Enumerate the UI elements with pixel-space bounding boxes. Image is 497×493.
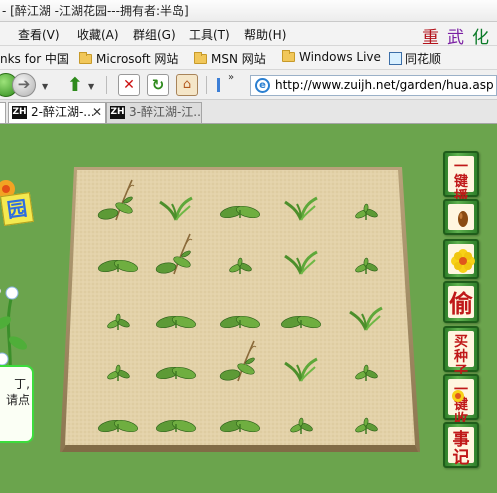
seedling-plant[interactable] [94, 390, 142, 438]
seedling-plant[interactable] [152, 286, 200, 334]
site-icon: ZH [12, 106, 27, 119]
window-title-bar: - [醉江湖 -江湖花园---拥有者:半岛] [0, 0, 497, 22]
seedling-plant[interactable] [94, 230, 142, 278]
flower-button[interactable] [443, 239, 479, 279]
logo-char: 化 [472, 28, 497, 48]
refresh-button[interactable]: ↻ [147, 74, 169, 96]
window-title: - [醉江湖 -江湖花园---拥有者:半岛] [2, 4, 189, 18]
brand-logo: 重武化 [422, 23, 497, 48]
seedling-plant[interactable] [152, 337, 200, 385]
tab-bar: ZH 2-醉江湖-... ✕ ZH 3-醉江湖-江... [0, 100, 497, 124]
badge-label: 园 [5, 195, 29, 223]
up-arrow-icon[interactable]: ⬆ [64, 74, 86, 96]
seedling-plant[interactable] [152, 390, 200, 438]
garden-game-area: 一键播种 偷 买种子 一键收花 事记 园 丁, 请点 [0, 125, 497, 493]
seedling-plant[interactable] [94, 286, 142, 334]
one-click-harvest-button[interactable]: 一键收花 [443, 374, 479, 443]
seedling-plant[interactable] [94, 176, 142, 224]
text-cursor-icon [217, 78, 220, 92]
seed-icon [458, 211, 468, 227]
seedling-plant[interactable] [277, 337, 325, 385]
menu-tools[interactable]: 工具(T) [189, 26, 230, 43]
tab-inactive[interactable]: ZH 3-醉江湖-江... [106, 102, 202, 123]
logo-char: 武 [447, 28, 472, 48]
seedling-plant[interactable] [152, 176, 200, 224]
chevron-down-icon[interactable]: ▼ [88, 82, 94, 91]
seed-button[interactable] [443, 199, 479, 235]
seedling-plant[interactable] [277, 176, 325, 224]
seedling-plant[interactable] [152, 230, 200, 278]
nav-toolbar: ➔ ▼ ⬆ ▼ ✕ ↻ ⌂ » e http://www.zuijh.net/g… [0, 70, 497, 100]
steal-button[interactable]: 偷 [443, 281, 479, 323]
tab-label: 2-醉江湖-... [31, 105, 95, 119]
notice-text: 请点 [5, 393, 30, 407]
notice-text: 丁, [14, 377, 30, 391]
seedling-plant[interactable] [216, 337, 264, 385]
links-bar: nks for 中国 Microsoft 网站 MSN 网站 Windows L… [0, 46, 497, 70]
toolbar-divider [206, 76, 207, 94]
button-label: 记 [452, 448, 470, 468]
seedling-plant[interactable] [277, 286, 325, 334]
link-label: 同花顺 [405, 52, 442, 66]
close-icon[interactable]: ✕ [92, 103, 102, 122]
chevron-down-icon[interactable]: ▼ [42, 82, 48, 91]
seedling-plant[interactable] [216, 286, 264, 334]
link-tonghuashun[interactable]: 同花顺 [389, 50, 441, 67]
button-label: 买 [454, 334, 468, 350]
home-button[interactable]: ⌂ [176, 74, 198, 96]
overflow-chevron-icon[interactable]: » [228, 72, 234, 83]
toolbar-divider [106, 76, 107, 94]
flower-icon [451, 249, 475, 273]
menu-bar: 查看(V) 收藏(A) 群组(G) 工具(T) 帮助(H) 重武化 [0, 22, 497, 48]
garden-badge[interactable]: 园 [0, 192, 34, 226]
event-log-button[interactable]: 事记 [443, 422, 479, 468]
button-label: 偷 [449, 289, 473, 318]
tonghuashun-icon [389, 52, 402, 65]
address-bar[interactable]: e http://www.zuijh.net/garden/hua.asp [250, 75, 497, 96]
site-icon: ZH [110, 106, 125, 119]
seedling-plant[interactable] [342, 390, 390, 438]
tab-active[interactable]: ZH 2-醉江湖-... ✕ [8, 102, 106, 123]
address-url: http://www.zuijh.net/garden/hua.asp [275, 78, 494, 92]
button-label: 一键 [454, 159, 468, 190]
link-msn[interactable]: MSN 网站 [194, 50, 266, 67]
link-label: Microsoft 网站 [96, 52, 179, 66]
folder-icon [79, 52, 92, 64]
one-click-sow-button[interactable]: 一键播种 [443, 151, 479, 220]
link-label: nks for 中国 [0, 52, 69, 66]
logo-char: 重 [422, 28, 447, 48]
seedling-plant[interactable] [277, 230, 325, 278]
seedling-plant[interactable] [342, 337, 390, 385]
seedling-plant[interactable] [277, 390, 325, 438]
tab-partial[interactable] [0, 102, 6, 123]
menu-view[interactable]: 查看(V) [18, 26, 60, 43]
flower-icon [452, 390, 464, 402]
seedling-plant[interactable] [94, 337, 142, 385]
folder-icon [282, 50, 295, 62]
link-china[interactable]: nks for 中国 [0, 50, 69, 67]
seedling-plant[interactable] [342, 230, 390, 278]
decoration-plant-icon [0, 286, 28, 375]
seedling-plant[interactable] [342, 176, 390, 224]
link-windows-live[interactable]: Windows Live [282, 50, 381, 64]
button-label: 事 [452, 430, 470, 450]
seedling-plant[interactable] [342, 286, 390, 334]
link-microsoft[interactable]: Microsoft 网站 [79, 50, 178, 67]
forward-button[interactable]: ➔ [12, 73, 36, 97]
folder-icon [194, 52, 207, 64]
seedling-plant[interactable] [216, 230, 264, 278]
buy-seeds-button[interactable]: 买种子 [443, 326, 479, 380]
notice-panel[interactable]: 丁, 请点 [0, 365, 34, 443]
stop-button[interactable]: ✕ [118, 74, 140, 96]
ie-icon: e [255, 78, 270, 93]
link-label: MSN 网站 [211, 52, 266, 66]
seedling-plant[interactable] [216, 176, 264, 224]
menu-groups[interactable]: 群组(G) [133, 26, 176, 43]
seedling-plant[interactable] [216, 390, 264, 438]
tab-label: 3-醉江湖-江... [129, 105, 202, 119]
menu-favorites[interactable]: 收藏(A) [77, 26, 119, 43]
menu-help[interactable]: 帮助(H) [244, 26, 286, 43]
link-label: Windows Live [299, 50, 381, 64]
